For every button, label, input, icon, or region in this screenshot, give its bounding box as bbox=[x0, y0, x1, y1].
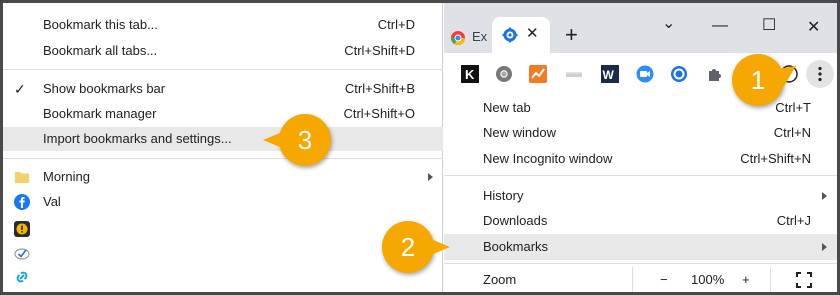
menu-item-label: Bookmarks bbox=[483, 239, 549, 254]
warning-app-icon[interactable] bbox=[14, 221, 30, 237]
new-tab-item[interactable]: New tab Ctrl+T bbox=[444, 95, 837, 121]
bookmarks-item[interactable]: Bookmarks bbox=[444, 234, 837, 260]
puzzle-icon[interactable] bbox=[706, 65, 724, 83]
menu-item-label: Val bbox=[43, 194, 61, 209]
menu-item-shortcut: Ctrl+D bbox=[377, 17, 415, 32]
import-bookmarks-item[interactable]: Import bookmarks and settings... bbox=[3, 127, 443, 151]
chrome-favicon-icon bbox=[451, 31, 465, 45]
zoom-out-button[interactable]: − bbox=[660, 267, 668, 292]
bookmark-all-tabs-item[interactable]: Bookmark all tabs... Ctrl+Shift+D bbox=[3, 39, 443, 63]
chrome-window: Ex ✕ + ⌄ — ☐ ✕ K W New tab Ctrl+T New wi… bbox=[444, 3, 837, 292]
folder-item-morning[interactable]: Morning bbox=[3, 165, 443, 189]
callout-badge-1: 1 bbox=[732, 54, 784, 106]
menu-item-label: Downloads bbox=[483, 213, 548, 228]
menu-item-label: Bookmark manager bbox=[43, 106, 157, 121]
zoom-divider bbox=[770, 267, 771, 292]
callout-badge-3: 3 bbox=[263, 114, 331, 166]
close-tab-icon[interactable]: ✕ bbox=[526, 24, 539, 42]
w-icon[interactable]: W bbox=[601, 65, 619, 83]
menu-item-shortcut: Ctrl+Shift+N bbox=[740, 151, 811, 166]
menu-item-label: New tab bbox=[483, 100, 531, 115]
tab-title: Ex bbox=[472, 29, 488, 44]
new-incognito-item[interactable]: New Incognito window Ctrl+Shift+N bbox=[444, 146, 837, 172]
bookmark-this-tab-item[interactable]: Bookmark this tab... Ctrl+D bbox=[3, 13, 443, 37]
link-icon[interactable] bbox=[14, 269, 30, 285]
window-close-icon[interactable]: ✕ bbox=[807, 17, 820, 37]
submenu-arrow-icon bbox=[428, 173, 433, 181]
menu-item-label: New Incognito window bbox=[483, 151, 613, 166]
menu-item-label: Import bookmarks and settings... bbox=[43, 131, 232, 146]
zoom-divider bbox=[632, 267, 633, 292]
menu-separator bbox=[3, 69, 443, 70]
zoom-level: 100% bbox=[691, 272, 725, 287]
bookmark-manager-item[interactable]: Bookmark manager Ctrl+Shift+O bbox=[3, 102, 443, 126]
menu-separator bbox=[444, 263, 837, 264]
c-icon[interactable] bbox=[670, 65, 688, 83]
submenu-arrow-icon bbox=[822, 243, 827, 251]
kebab-menu-icon bbox=[818, 66, 822, 82]
maximize-icon[interactable]: ☐ bbox=[762, 15, 776, 35]
tab-strip: Ex ✕ + ⌄ — ☐ ✕ bbox=[444, 3, 837, 53]
menu-item-label: Zoom bbox=[483, 272, 517, 287]
menu-item-label: Bookmark this tab... bbox=[43, 17, 158, 32]
bar-icon[interactable] bbox=[565, 65, 583, 83]
check-circle-icon[interactable] bbox=[14, 245, 30, 261]
zoom-item: Zoom − 100% + bbox=[444, 267, 837, 292]
svg-text:W: W bbox=[603, 68, 615, 82]
menu-item-label: Bookmark all tabs... bbox=[43, 43, 158, 58]
menu-item-label: New window bbox=[483, 125, 556, 140]
folder-icon bbox=[15, 172, 29, 183]
new-tab-button[interactable]: + bbox=[565, 22, 578, 48]
tab-search-icon[interactable]: ⌄ bbox=[662, 13, 675, 33]
kebab-menu-button[interactable] bbox=[806, 60, 834, 88]
fullscreen-icon[interactable] bbox=[796, 272, 812, 288]
tab-example[interactable]: Ex bbox=[444, 23, 488, 53]
menu-separator bbox=[3, 158, 443, 159]
screenshot-frame: Bookmark this tab... Ctrl+D Bookmark all… bbox=[0, 0, 840, 295]
history-item[interactable]: History bbox=[444, 183, 837, 209]
zoom-in-button[interactable]: + bbox=[742, 267, 750, 292]
menu-item-shortcut: Ctrl+Shift+D bbox=[344, 43, 415, 58]
checkmark-icon: ✓ bbox=[14, 81, 26, 97]
bookmark-item-val[interactable]: Val bbox=[3, 190, 443, 214]
downloads-item[interactable]: Downloads Ctrl+J bbox=[444, 208, 837, 234]
chrome-icon[interactable] bbox=[495, 65, 513, 83]
callout-badge-2: 2 bbox=[382, 221, 450, 273]
tab-settings[interactable]: ✕ bbox=[492, 17, 550, 53]
menu-item-shortcut: Ctrl+Shift+B bbox=[344, 81, 415, 96]
analytics-icon[interactable] bbox=[529, 65, 547, 83]
new-window-item[interactable]: New window Ctrl+N bbox=[444, 120, 837, 146]
chrome-main-menu: New tab Ctrl+T New window Ctrl+N New Inc… bbox=[444, 93, 837, 292]
menu-item-shortcut: Ctrl+J bbox=[776, 213, 811, 228]
submenu-arrow-icon bbox=[822, 192, 827, 200]
menu-item-shortcut: Ctrl+T bbox=[775, 100, 811, 115]
bookmarks-submenu: Bookmark this tab... Ctrl+D Bookmark all… bbox=[3, 3, 443, 292]
menu-item-shortcut: Ctrl+Shift+O bbox=[343, 106, 415, 121]
menu-item-label: History bbox=[483, 188, 524, 203]
menu-item-shortcut: Ctrl+N bbox=[773, 125, 811, 140]
k-extension-icon[interactable]: K bbox=[461, 65, 479, 83]
show-bookmarks-bar-item[interactable]: ✓ Show bookmarks bar Ctrl+Shift+B bbox=[3, 77, 443, 101]
menu-item-label: Show bookmarks bar bbox=[43, 81, 166, 96]
menu-separator bbox=[444, 175, 837, 176]
menu-item-label: Morning bbox=[43, 169, 90, 184]
svg-text:K: K bbox=[465, 67, 475, 82]
minimize-icon[interactable]: — bbox=[712, 17, 728, 35]
zoom-icon[interactable] bbox=[636, 65, 654, 83]
gear-icon bbox=[502, 27, 518, 43]
facebook-icon bbox=[14, 194, 30, 210]
